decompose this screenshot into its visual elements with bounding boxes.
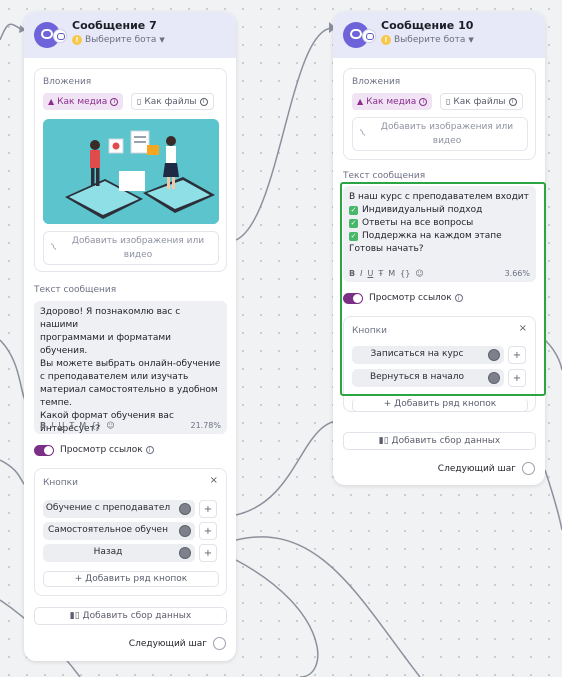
next-step-label: Следующий шаг: [128, 638, 207, 649]
warning-icon: !: [381, 35, 391, 45]
message-text-label: Текст сообщения: [34, 285, 117, 295]
next-step-label: Следующий шаг: [437, 463, 516, 474]
file-icon: ▯: [446, 97, 451, 106]
education-illustration: [43, 119, 219, 224]
emoji-icon[interactable]: ☺: [106, 421, 114, 430]
tab-as-media[interactable]: ▲ Как медиа i: [352, 93, 433, 110]
inline-button-label: Назад: [93, 547, 123, 557]
file-icon: ▯: [137, 97, 142, 106]
inline-button[interactable]: Обучение с преподавател: [43, 500, 195, 518]
chat-bubble-icon: [362, 29, 376, 43]
info-icon: i: [419, 97, 428, 106]
italic-icon[interactable]: I: [51, 421, 53, 430]
tab-as-files[interactable]: ▯ Как файлы i: [131, 93, 214, 110]
close-icon[interactable]: ×: [210, 475, 218, 486]
data-collection-icon: ▮▯: [378, 436, 392, 446]
link-preview-label: Просмотр ссылок i: [60, 445, 154, 455]
chevron-down-icon: ▼: [159, 36, 165, 44]
tab-as-files-label: Как файлы: [144, 96, 197, 107]
tab-as-files-label: Как файлы: [453, 96, 506, 107]
card-header: Сообщение 7 ! Выберите бота ▼: [24, 12, 236, 58]
tab-as-media[interactable]: ▲ Как медиа i: [43, 93, 124, 110]
link-preview-toggle[interactable]: [34, 445, 54, 456]
message-card-7[interactable]: Сообщение 7 ! Выберите бота ▼ Вложения ▲…: [24, 12, 236, 661]
attachments-section: Вложения ▲ Как медиа i ▯ Как файлы i ⌇ Д…: [343, 68, 536, 160]
add-data-collection-button[interactable]: ▮▯ Добавить сбор данных: [34, 607, 227, 625]
chevron-down-icon: ▼: [468, 36, 474, 44]
strikethrough-icon[interactable]: Ŧ: [69, 421, 74, 430]
add-data-collection-button[interactable]: ▮▯ Добавить сбор данных: [343, 432, 536, 450]
attachments-section: Вложения ▲ Как медиа i ▯ Как файлы i ⌇ Д…: [34, 68, 227, 272]
bot-select-label: Выберите бота: [85, 35, 157, 45]
tab-as-media-label: Как медиа: [57, 96, 108, 107]
attachments-label: Вложения: [352, 77, 401, 87]
next-step-connector[interactable]: [522, 462, 535, 475]
button-status-icon[interactable]: [179, 547, 191, 559]
message-text-label: Текст сообщения: [343, 171, 426, 181]
info-icon: i: [508, 97, 517, 106]
text-fill-percent: 21.78%: [190, 421, 221, 430]
info-icon: i: [110, 97, 119, 106]
bot-select-dropdown[interactable]: ! Выберите бота ▼: [72, 35, 165, 45]
add-button-plus[interactable]: +: [199, 544, 217, 562]
inline-button-label: Обучение с преподавател: [45, 503, 171, 513]
variables-icon[interactable]: {}: [91, 421, 101, 430]
inline-button-label: Самостоятельное обучен: [48, 525, 168, 535]
tab-as-media-label: Как медиа: [366, 96, 417, 107]
card-title: Сообщение 7: [72, 19, 157, 32]
add-button-plus[interactable]: +: [199, 522, 217, 540]
tab-as-files[interactable]: ▯ Как файлы i: [440, 93, 523, 110]
image-icon: ▲: [357, 97, 364, 106]
add-button-plus[interactable]: +: [199, 500, 217, 518]
add-button-row[interactable]: + Добавить ряд кнопок: [43, 571, 219, 587]
selection-highlight: [340, 182, 546, 396]
monospace-icon[interactable]: M: [79, 421, 86, 430]
upload-media-button[interactable]: ⌇ Добавить изображения или видео: [43, 231, 219, 265]
attached-image[interactable]: [43, 119, 219, 224]
button-status-icon[interactable]: [179, 525, 191, 537]
link-preview-text: Просмотр ссылок: [60, 445, 143, 455]
warning-icon: !: [72, 35, 82, 45]
upload-label: Добавить изображения или видео: [380, 122, 514, 146]
inline-button[interactable]: Назад: [43, 544, 195, 562]
chat-bubble-icon: [53, 29, 67, 43]
buttons-section: Кнопки × Обучение с преподавател + Самос…: [34, 468, 227, 596]
inline-button[interactable]: Самостоятельное обучен: [43, 522, 195, 540]
next-step-connector[interactable]: [213, 637, 226, 650]
image-icon: ▲: [48, 97, 55, 106]
add-button-row[interactable]: + Добавить ряд кнопок: [352, 398, 528, 412]
underline-icon[interactable]: U: [58, 421, 64, 430]
format-toolbar: B I U Ŧ M {} ☺: [40, 421, 115, 430]
attachments-label: Вложения: [43, 77, 92, 87]
bot-select-label: Выберите бота: [394, 35, 466, 45]
info-icon: i: [199, 97, 208, 106]
info-icon: i: [145, 446, 154, 454]
message-text[interactable]: Здорово! Я познакомлю вас с нашими прогр…: [40, 306, 221, 436]
data-collection-icon: ▮▯: [69, 611, 83, 621]
buttons-label: Кнопки: [43, 478, 78, 488]
button-status-icon[interactable]: [179, 503, 191, 515]
next-step: Следующий шаг: [129, 637, 226, 650]
add-data-collection-label: Добавить сбор данных: [391, 436, 501, 446]
next-step: Следующий шаг: [438, 462, 535, 475]
card-header: Сообщение 10 ! Выберите бота ▼: [333, 12, 545, 58]
bot-select-dropdown[interactable]: ! Выберите бота ▼: [381, 35, 474, 45]
upload-media-button[interactable]: ⌇ Добавить изображения или видео: [352, 117, 528, 151]
bold-icon[interactable]: B: [40, 421, 46, 430]
upload-label: Добавить изображения или видео: [71, 236, 205, 260]
card-title: Сообщение 10: [381, 19, 474, 32]
add-data-collection-label: Добавить сбор данных: [82, 611, 192, 621]
message-text-editor[interactable]: Здорово! Я познакомлю вас с нашими прогр…: [34, 301, 227, 434]
